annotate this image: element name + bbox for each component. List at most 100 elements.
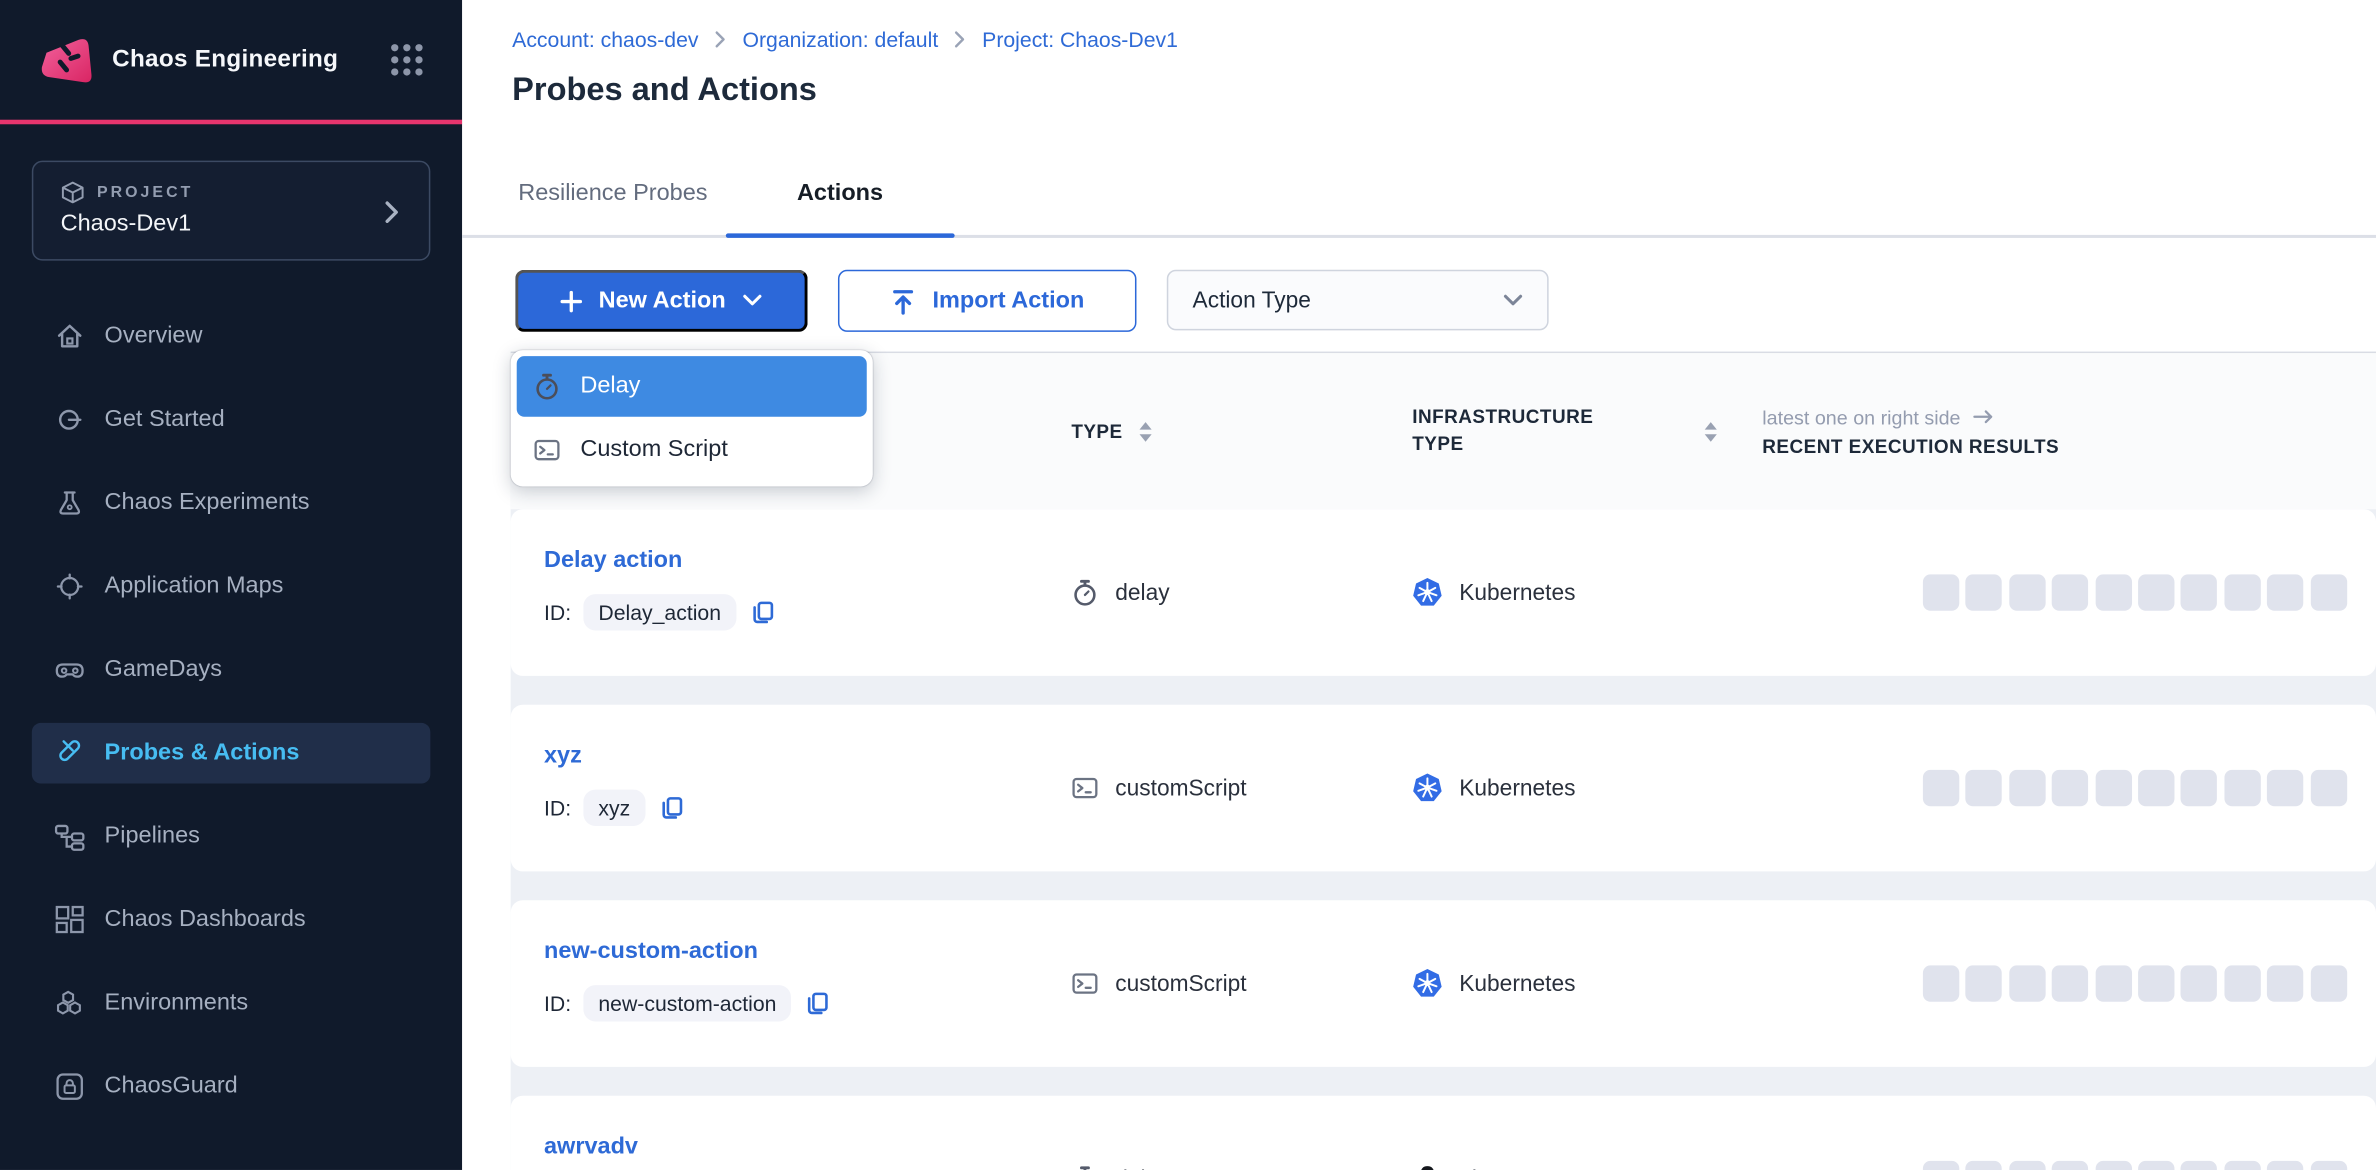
breadcrumb-project[interactable]: Project: Chaos-Dev1 xyxy=(982,27,1178,51)
brand-accent-divider xyxy=(0,120,462,125)
new-action-button[interactable]: New Action xyxy=(515,270,807,332)
action-name-link[interactable]: new-custom-action xyxy=(544,938,758,965)
sort-icon[interactable] xyxy=(1703,421,1718,442)
type-cell: delay xyxy=(1071,509,1412,676)
lock-icon xyxy=(55,1071,85,1101)
linux-icon xyxy=(1412,1164,1442,1170)
dashboard-icon xyxy=(55,905,85,935)
execution-result-placeholder xyxy=(2052,770,2088,806)
action-name-link[interactable]: xyz xyxy=(544,743,582,770)
menu-item-label: Delay xyxy=(580,373,640,400)
execution-result-placeholder xyxy=(2095,1161,2131,1170)
sidebar-item-chaos-dashboards[interactable]: Chaos Dashboards xyxy=(32,890,431,951)
execution-result-placeholder xyxy=(2310,965,2346,1001)
execution-result-placeholder xyxy=(2181,574,2217,610)
stopwatch-icon xyxy=(1071,1165,1098,1170)
stopwatch-icon xyxy=(1071,579,1098,606)
type-cell: customScript xyxy=(1071,705,1412,872)
type-cell: customScript xyxy=(1071,900,1412,1067)
chevron-right-icon xyxy=(377,197,407,227)
action-name-link[interactable]: Delay action xyxy=(544,547,682,574)
module-grid-icon[interactable] xyxy=(388,41,426,79)
chevron-right-icon xyxy=(712,29,729,50)
get-started-icon xyxy=(55,405,85,435)
recent-execution-results xyxy=(1762,705,2376,872)
kubernetes-icon xyxy=(1412,773,1442,803)
flask-icon xyxy=(55,488,85,518)
execution-result-placeholder xyxy=(2052,574,2088,610)
sidebar-item-environments[interactable]: Environments xyxy=(32,973,431,1034)
terminal-icon xyxy=(1071,774,1098,801)
execution-result-placeholder xyxy=(2267,1161,2303,1170)
menu-item-delay[interactable]: Delay xyxy=(517,356,867,417)
breadcrumb-organization[interactable]: Organization: default xyxy=(742,27,938,51)
sidebar-item-label: Application Maps xyxy=(105,573,284,600)
sort-icon[interactable] xyxy=(1138,421,1153,442)
results-note: latest one on right side xyxy=(1762,405,1994,428)
execution-result-placeholder xyxy=(2138,1161,2174,1170)
execution-result-placeholder xyxy=(2009,965,2045,1001)
tab-actions[interactable]: Actions xyxy=(726,152,955,235)
execution-result-placeholder xyxy=(1923,770,1959,806)
id-value: Delay_action xyxy=(583,594,736,630)
execution-result-placeholder xyxy=(2009,770,2045,806)
execution-result-placeholder xyxy=(2267,965,2303,1001)
breadcrumb-account[interactable]: Account: chaos-dev xyxy=(512,27,698,51)
project-selector[interactable]: PROJECT Chaos-Dev1 xyxy=(32,161,431,261)
test-tube-icon xyxy=(55,738,85,768)
sidebar-item-label: Environments xyxy=(105,990,249,1017)
execution-result-placeholder xyxy=(2224,965,2260,1001)
id-label: ID: xyxy=(544,991,571,1015)
sidebar-item-pipelines[interactable]: Pipelines xyxy=(32,806,431,867)
execution-result-placeholder xyxy=(2138,770,2174,806)
import-action-button[interactable]: Import Action xyxy=(838,270,1137,332)
sidebar-item-label: GameDays xyxy=(105,656,222,683)
plus-icon xyxy=(558,287,585,314)
sidebar-header: Chaos Engineering xyxy=(0,0,462,120)
sidebar-item-probes-actions[interactable]: Probes & Actions xyxy=(32,723,431,784)
menu-item-label: Custom Script xyxy=(580,436,728,463)
sidebar-item-gamedays[interactable]: GameDays xyxy=(32,640,431,701)
infrastructure-column-label: INFRASTRUCTURE TYPE xyxy=(1412,405,1606,458)
cube-icon xyxy=(61,180,85,204)
column-header-infrastructure-type: INFRASTRUCTURE TYPE xyxy=(1412,405,1762,458)
execution-result-placeholder xyxy=(2052,1161,2088,1170)
copy-icon[interactable] xyxy=(805,990,831,1016)
sidebar-item-chaosguard[interactable]: ChaosGuard xyxy=(32,1056,431,1117)
table-row: new-custom-action ID: new-custom-action … xyxy=(511,900,2376,1067)
sidebar-nav: Overview Get Started Chaos Experiments A… xyxy=(0,306,462,1140)
copy-icon[interactable] xyxy=(659,795,685,821)
sidebar-item-chaos-experiments[interactable]: Chaos Experiments xyxy=(32,473,431,534)
copy-icon[interactable] xyxy=(750,599,776,625)
tab-resilience-probes[interactable]: Resilience Probes xyxy=(518,152,707,235)
recent-execution-results xyxy=(1762,1096,2376,1170)
home-icon xyxy=(55,321,85,351)
execution-result-placeholder xyxy=(2181,1161,2217,1170)
table-row: Delay action ID: Delay_action delay Kube… xyxy=(511,509,2376,676)
execution-result-placeholder xyxy=(2267,574,2303,610)
recent-execution-results xyxy=(1762,900,2376,1067)
sidebar: Chaos Engineering PROJECT Chaos-Dev1 Ove xyxy=(0,0,462,1170)
sidebar-item-get-started[interactable]: Get Started xyxy=(32,389,431,450)
execution-result-placeholder xyxy=(1966,1161,2002,1170)
sidebar-item-application-maps[interactable]: Application Maps xyxy=(32,556,431,617)
action-type-value: Action Type xyxy=(1193,287,1311,313)
execution-result-placeholder xyxy=(2310,574,2346,610)
name-cell: xyz ID: xyz xyxy=(544,705,1071,872)
execution-result-placeholder xyxy=(1923,574,1959,610)
project-label: PROJECT xyxy=(97,183,193,201)
column-header-recent-execution-results: latest one on right side RECENT EXECUTIO… xyxy=(1762,405,2376,457)
action-name-link[interactable]: awrvadv xyxy=(544,1134,638,1161)
main-content: Account: chaos-dev Organization: default… xyxy=(462,0,2376,1170)
app-window: Chaos Engineering PROJECT Chaos-Dev1 Ove xyxy=(0,0,2376,1170)
action-type-select[interactable]: Action Type xyxy=(1167,270,1549,331)
execution-result-placeholder xyxy=(2181,770,2217,806)
menu-item-custom-script[interactable]: Custom Script xyxy=(517,420,867,481)
sidebar-item-label: Chaos Dashboards xyxy=(105,906,306,933)
sidebar-item-overview[interactable]: Overview xyxy=(32,306,431,367)
tab-actions-label: Actions xyxy=(797,180,883,207)
name-cell: new-custom-action ID: new-custom-action xyxy=(544,900,1071,1067)
results-note-text: latest one on right side xyxy=(1762,405,1960,428)
execution-result-placeholder xyxy=(2009,574,2045,610)
type-column-label: TYPE xyxy=(1071,421,1122,442)
